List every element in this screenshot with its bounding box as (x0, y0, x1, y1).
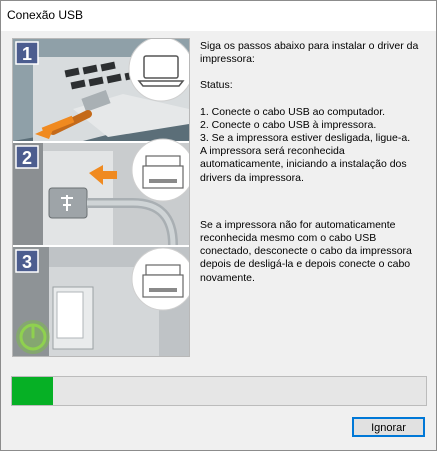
step-2-panel: 2 (13, 138, 189, 246)
step-2-number: 2 (22, 148, 32, 168)
step-1-panel: 1 (13, 39, 189, 141)
ignore-button[interactable]: Ignorar (352, 417, 425, 437)
step-3-text: 3. Se a impressora estiver desligada, li… (200, 132, 411, 145)
progress-fill (12, 377, 54, 405)
step-3-panel: 3 (13, 247, 189, 356)
intro-text: Siga os passos abaixo para instalar o dr… (200, 40, 419, 66)
instructions-text: Siga os passos abaixo para instalar o dr… (200, 40, 430, 285)
status-label: Status: (200, 79, 233, 92)
step-1-number: 1 (22, 44, 32, 64)
step-3-number: 3 (22, 252, 32, 272)
auto-recognition-note: A impressora será reconhecida automatica… (200, 145, 407, 184)
usb-steps-illustration: 1 2 3 (12, 38, 190, 357)
fallback-note: Se a impressora não for automaticamente … (200, 218, 412, 284)
step-1-text: 1. Conecte o cabo USB ao computador. (200, 105, 386, 118)
dialog-content: 1 2 3 Siga os passos abaixo para instala… (1, 31, 436, 450)
step-2-text: 2. Conecte o cabo USB à impressora. (200, 118, 377, 131)
install-progress-bar (11, 376, 427, 406)
window-title: Conexão USB (7, 8, 84, 22)
usb-connection-dialog: Conexão USB 1 2 3 Siga os passos abaixo … (0, 0, 437, 451)
title-bar: Conexão USB (1, 1, 436, 31)
